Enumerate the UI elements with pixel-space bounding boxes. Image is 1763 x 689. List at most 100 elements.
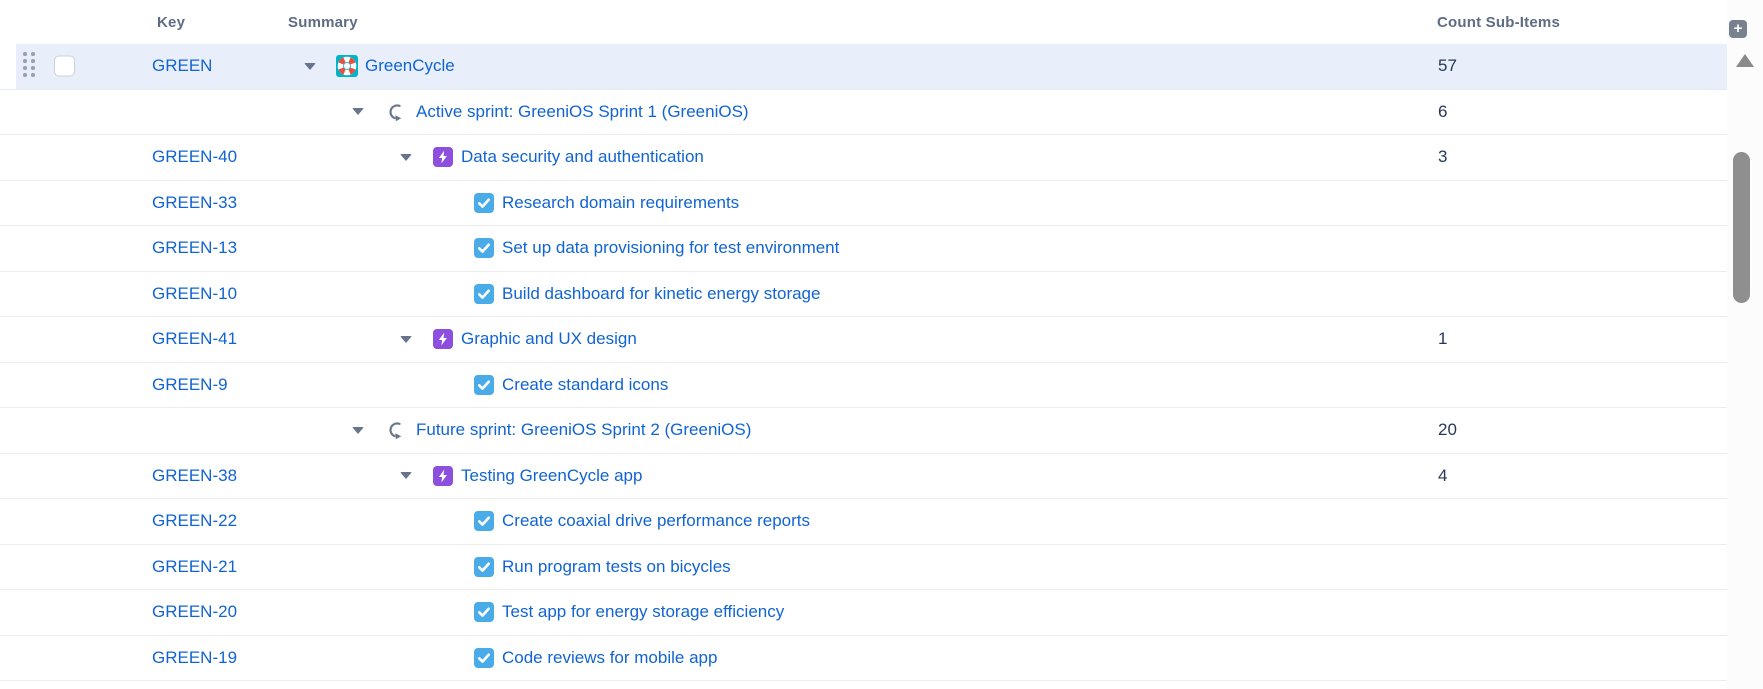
issue-type-icon (432, 146, 454, 168)
sprint-icon (384, 101, 406, 123)
issue-type-icon (473, 556, 495, 578)
summary-cell: Create standard icons (440, 363, 668, 408)
expand-collapse-arrow[interactable] (303, 59, 317, 73)
summary-text[interactable]: Testing GreenCycle app (461, 466, 642, 486)
rows-container: GREEN (0, 44, 1727, 681)
issue-row[interactable]: Active sprint: GreeniOS Sprint 1 (Greeni… (0, 90, 1727, 136)
issue-row[interactable]: GREEN-22 (0, 499, 1727, 545)
issue-type-icon (473, 601, 495, 623)
issue-key[interactable]: GREEN-33 (152, 181, 237, 226)
issue-key[interactable]: GREEN-40 (152, 135, 237, 180)
summary-text[interactable]: GreenCycle (365, 56, 455, 76)
issue-key[interactable]: GREEN-22 (152, 499, 237, 544)
epic-icon (433, 466, 453, 486)
issue-key[interactable]: GREEN-19 (152, 636, 237, 681)
summary-text[interactable]: Future sprint: GreeniOS Sprint 2 (Greeni… (416, 420, 751, 440)
summary-cell: Testing GreenCycle app (399, 454, 642, 499)
issue-key[interactable]: GREEN-38 (152, 454, 237, 499)
summary-cell: Create coaxial drive performance reports (440, 499, 810, 544)
issue-key[interactable]: GREEN-10 (152, 272, 237, 317)
summary-text[interactable]: Create coaxial drive performance reports (502, 511, 810, 531)
issue-type-icon (432, 328, 454, 350)
summary-text[interactable]: Code reviews for mobile app (502, 648, 717, 668)
issue-type-icon (473, 192, 495, 214)
drag-handle-icon[interactable] (23, 52, 39, 80)
summary-cell: Run program tests on bicycles (440, 545, 731, 590)
count-value: 57 (1438, 44, 1457, 89)
epic-icon (433, 329, 453, 349)
summary-cell: Future sprint: GreeniOS Sprint 2 (Greeni… (351, 408, 751, 453)
issue-row[interactable]: GREEN-10 (0, 272, 1727, 318)
summary-text[interactable]: Set up data provisioning for test enviro… (502, 238, 839, 258)
issue-row[interactable]: GREEN-40 (0, 135, 1727, 181)
issue-type-icon (473, 510, 495, 532)
row-checkbox[interactable] (54, 56, 75, 77)
issue-row[interactable]: GREEN-20 (0, 590, 1727, 636)
summary-cell: Data security and authentication (399, 135, 704, 180)
expand-collapse-arrow[interactable] (351, 105, 365, 119)
summary-cell: Research domain requirements (440, 181, 739, 226)
issue-key[interactable]: GREEN-21 (152, 545, 237, 590)
issue-row[interactable]: GREEN-38 (0, 454, 1727, 500)
add-column-button[interactable]: + (1729, 20, 1747, 38)
issue-row[interactable]: GREEN (0, 44, 1727, 90)
summary-cell: GreenCycle (303, 44, 455, 89)
summary-text[interactable]: Graphic and UX design (461, 329, 637, 349)
epic-icon (433, 147, 453, 167)
sprint-icon (384, 419, 406, 441)
scroll-up-arrow-icon[interactable] (1736, 54, 1754, 67)
issue-type-icon (384, 101, 406, 123)
summary-cell: Code reviews for mobile app (440, 636, 717, 681)
subtask-icon (474, 375, 494, 395)
subtask-icon (474, 511, 494, 531)
summary-text[interactable]: Build dashboard for kinetic energy stora… (502, 284, 820, 304)
issue-type-icon (336, 55, 358, 77)
subtask-icon (474, 193, 494, 213)
expand-collapse-arrow[interactable] (399, 332, 413, 346)
issue-row[interactable]: Future sprint: GreeniOS Sprint 2 (Greeni… (0, 408, 1727, 454)
issue-row[interactable]: GREEN-13 (0, 226, 1727, 272)
issue-row[interactable]: GREEN-21 (0, 545, 1727, 591)
issue-key[interactable]: GREEN (152, 44, 212, 89)
subtask-icon (474, 284, 494, 304)
count-value: 4 (1438, 454, 1447, 499)
summary-cell: Set up data provisioning for test enviro… (440, 226, 839, 271)
issue-type-icon (473, 237, 495, 259)
issue-row[interactable]: GREEN-9 (0, 363, 1727, 409)
issue-key[interactable]: GREEN-20 (152, 590, 237, 635)
issue-type-icon (432, 465, 454, 487)
expand-collapse-arrow[interactable] (351, 423, 365, 437)
count-value: 3 (1438, 135, 1447, 180)
column-header-summary[interactable]: Summary (288, 0, 358, 44)
count-value: 1 (1438, 317, 1447, 362)
subtask-icon (474, 557, 494, 577)
issue-row[interactable]: GREEN-33 (0, 181, 1727, 227)
count-value: 6 (1438, 90, 1447, 135)
summary-text[interactable]: Create standard icons (502, 375, 668, 395)
issue-row[interactable]: GREEN-41 (0, 317, 1727, 363)
summary-text[interactable]: Research domain requirements (502, 193, 739, 213)
scrollbar-gutter: + (1727, 0, 1763, 689)
issue-key[interactable]: GREEN-41 (152, 317, 237, 362)
issue-row[interactable]: GREEN-19 (0, 636, 1727, 682)
count-value: 20 (1438, 408, 1457, 453)
summary-cell: Build dashboard for kinetic energy stora… (440, 272, 820, 317)
summary-text[interactable]: Data security and authentication (461, 147, 704, 167)
issue-key[interactable]: GREEN-13 (152, 226, 237, 271)
column-header-key[interactable]: Key (157, 0, 185, 44)
column-header-count[interactable]: Count Sub-Items (1437, 0, 1560, 44)
subtask-icon (474, 648, 494, 668)
summary-text[interactable]: Active sprint: GreeniOS Sprint 1 (Greeni… (416, 102, 749, 122)
issue-key[interactable]: GREEN-9 (152, 363, 228, 408)
expand-collapse-arrow[interactable] (399, 469, 413, 483)
subtask-icon (474, 602, 494, 622)
issue-type-icon (473, 374, 495, 396)
expand-collapse-arrow[interactable] (399, 150, 413, 164)
summary-cell: Active sprint: GreeniOS Sprint 1 (Greeni… (351, 90, 749, 135)
summary-text[interactable]: Test app for energy storage efficiency (502, 602, 784, 622)
summary-cell: Graphic and UX design (399, 317, 637, 362)
issue-type-icon (384, 419, 406, 441)
scrollbar-thumb[interactable] (1733, 152, 1750, 303)
subtask-icon (474, 238, 494, 258)
summary-text[interactable]: Run program tests on bicycles (502, 557, 731, 577)
